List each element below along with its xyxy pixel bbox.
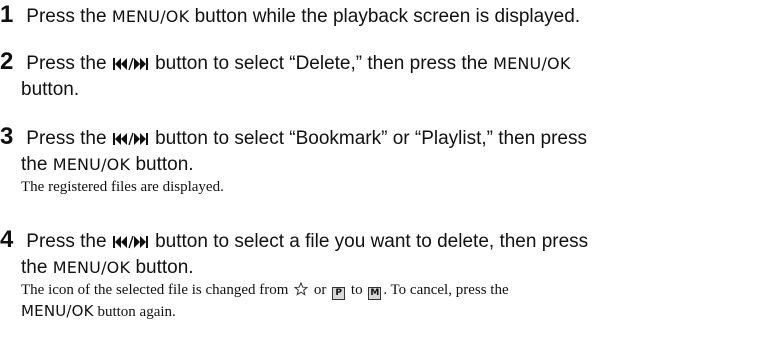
step-4: 4 Press the button to select a file you … [0,227,769,322]
step-number: 1 [0,1,14,28]
skip-back-forward-icon [112,132,149,146]
menu-ok-key: MENU/OK [493,54,571,73]
step-3: 3 Press the button to select “Bookmark” … [0,124,769,197]
instruction-page: 1 Press the MENU/OK button while the pla… [0,0,769,339]
step-note: The registered files are displayed. [21,179,224,195]
marked-m-icon: M [368,287,382,300]
step-2: 2 Press the button to select “Delete,” t… [0,48,571,101]
step-number: 2 [0,48,14,75]
playlist-p-icon: P [332,287,346,300]
menu-ok-key: MENU/OK [52,155,131,174]
menu-ok-key: MENU/OK [21,302,94,320]
step-1: 1 Press the MENU/OK button while the pla… [0,1,581,28]
step-number: 4 [0,226,14,253]
menu-ok-key: MENU/OK [52,258,131,277]
step-number: 3 [0,123,14,150]
skip-back-forward-icon [112,235,149,249]
skip-back-forward-icon [112,57,149,71]
menu-ok-key: MENU/OK [111,7,190,26]
step-note: The icon of the selected file is changed… [0,281,769,302]
star-outline-icon [293,281,309,302]
